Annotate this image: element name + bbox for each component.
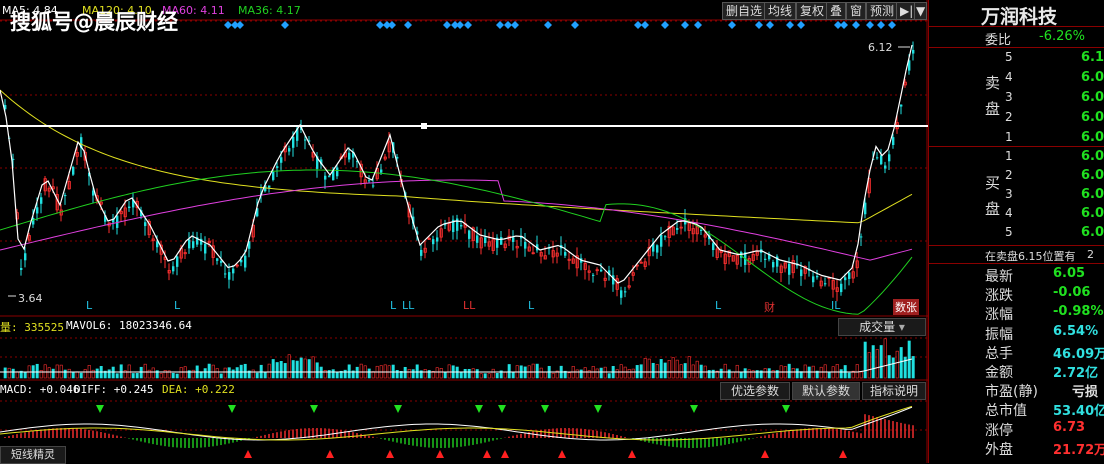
weibi-label: 委比 [985, 33, 1012, 48]
stat-label: 市盈(静) [985, 384, 1038, 401]
event-marker: L [390, 299, 397, 312]
stat-label: 金额 [985, 365, 1013, 381]
stat-label: 涨跌 [985, 288, 1013, 305]
stat-value: 46.09万 [1053, 346, 1104, 362]
stat-label: 总手 [985, 345, 1013, 362]
buy-level: 5 [1005, 225, 1013, 239]
event-marker: L [174, 299, 181, 312]
status-badge: 数张 [893, 299, 919, 315]
macd-button-1[interactable]: 默认参数 [792, 382, 860, 400]
stat-label: 最新 [985, 269, 1013, 285]
order-note-num: 2 [1087, 248, 1094, 261]
toolbar-button-1[interactable]: 均线 [764, 2, 797, 20]
stock-name: 万润科技 [981, 6, 1058, 28]
toolbar-button-5[interactable]: 预测 [866, 2, 899, 20]
sell-level: 2 [1005, 110, 1013, 124]
buy-price: 6.03 [1081, 187, 1104, 202]
sell-price: 6.08 [1081, 90, 1104, 105]
stat-value: -0.98% [1053, 304, 1104, 320]
buy-level: 1 [1005, 149, 1013, 163]
stat-value: 21.72万 [1053, 442, 1104, 458]
volume-dropdown-label: 成交量 [859, 320, 896, 334]
stat-value: -0.06 [1053, 285, 1091, 301]
order-note: 在卖盘6.15位置有 [985, 250, 1076, 263]
sell-level: 4 [1005, 70, 1013, 84]
event-marker: LL [463, 299, 476, 312]
event-marker: L [86, 299, 93, 312]
kline-chart-area[interactable]: MA5: 4.84 MA120: 4.10 MA60: 4.11 MA36: 4… [0, 0, 970, 464]
buy-price: 6.01 [1081, 225, 1104, 240]
sell-level: 5 [1005, 50, 1013, 64]
volume-value: 量: 335525 [0, 321, 64, 334]
sell-level: 1 [1005, 130, 1013, 144]
stat-label: 总市值 [985, 403, 1027, 420]
stat-label: 涨幅 [985, 307, 1013, 324]
macd-histogram [4, 414, 914, 448]
toolbar-button-3[interactable]: 叠 [826, 2, 847, 20]
stat-value: 2.72亿 [1053, 366, 1099, 381]
ma36-label: MA36: 4.17 [238, 4, 301, 17]
sell-price: 6.10 [1081, 50, 1104, 65]
sell-price: 6.09 [1081, 70, 1104, 85]
buy-level: 3 [1005, 187, 1013, 201]
toolbar-button-4[interactable]: 窗 [846, 2, 867, 20]
buy-price: 6.05 [1081, 149, 1104, 164]
event-marker: LL [402, 299, 415, 312]
stat-value: 53.40亿 [1053, 404, 1104, 420]
short-line-tab[interactable]: 短线精灵 [0, 446, 66, 464]
macd-value: MACD: +0.046 [0, 383, 80, 396]
dea-value: DEA: +0.222 [162, 383, 235, 396]
quote-panel: 万润科技 委比 -6.26% 5 6.10 4 6.09 3 6.08 2 6.07 1 6.06… [928, 0, 1104, 463]
stat-label: 振幅 [985, 326, 1013, 343]
stat-value: 6.05 [1053, 266, 1086, 281]
volume-indicator-dropdown[interactable]: 成交量 ▾ [838, 318, 926, 336]
buy-level: 2 [1005, 168, 1013, 182]
stat-value: 亏损 [1072, 385, 1099, 401]
sell-level: 3 [1005, 90, 1013, 104]
sell-label: 卖盘 [985, 74, 1001, 118]
buy-level: 4 [1005, 206, 1013, 220]
buy-label: 买盘 [985, 174, 1001, 218]
stat-value: 6.54% [1053, 323, 1099, 339]
macd-button-0[interactable]: 优选参数 [720, 382, 790, 400]
stat-label: 涨停 [985, 422, 1013, 439]
high-price-label: 6.12 [868, 41, 893, 54]
stat-value: 6.73 [1053, 419, 1086, 435]
event-marker: IL [831, 299, 841, 312]
toolbar-button-0[interactable]: 删自选 [722, 2, 767, 20]
event-marker: L [715, 299, 722, 312]
weibi-value: -6.26% [1039, 29, 1085, 44]
watermark: 搜狐号@晨辰财经 [10, 10, 178, 34]
sell-price: 6.06 [1081, 130, 1104, 145]
event-marker: 财 [764, 301, 775, 314]
mavol-value: MAVOL6: 18023346.64 [66, 319, 192, 332]
low-price-label: 3.64 [18, 292, 43, 305]
buy-price: 6.04 [1081, 168, 1104, 183]
event-marker: L [528, 299, 535, 312]
stat-label: 外盘 [985, 441, 1013, 458]
chevron-down-icon: ▾ [898, 320, 905, 334]
buy-price: 6.02 [1081, 206, 1104, 221]
diff-value: DIFF: +0.245 [74, 383, 154, 396]
macd-button-2[interactable]: 指标说明 [862, 382, 926, 400]
signal-diamonds [224, 21, 896, 29]
sell-price: 6.07 [1081, 110, 1104, 125]
chevron-down-icon[interactable]: ▼ [914, 2, 928, 20]
candles [4, 41, 915, 305]
toolbar-button-2[interactable]: 复权 [796, 2, 829, 20]
